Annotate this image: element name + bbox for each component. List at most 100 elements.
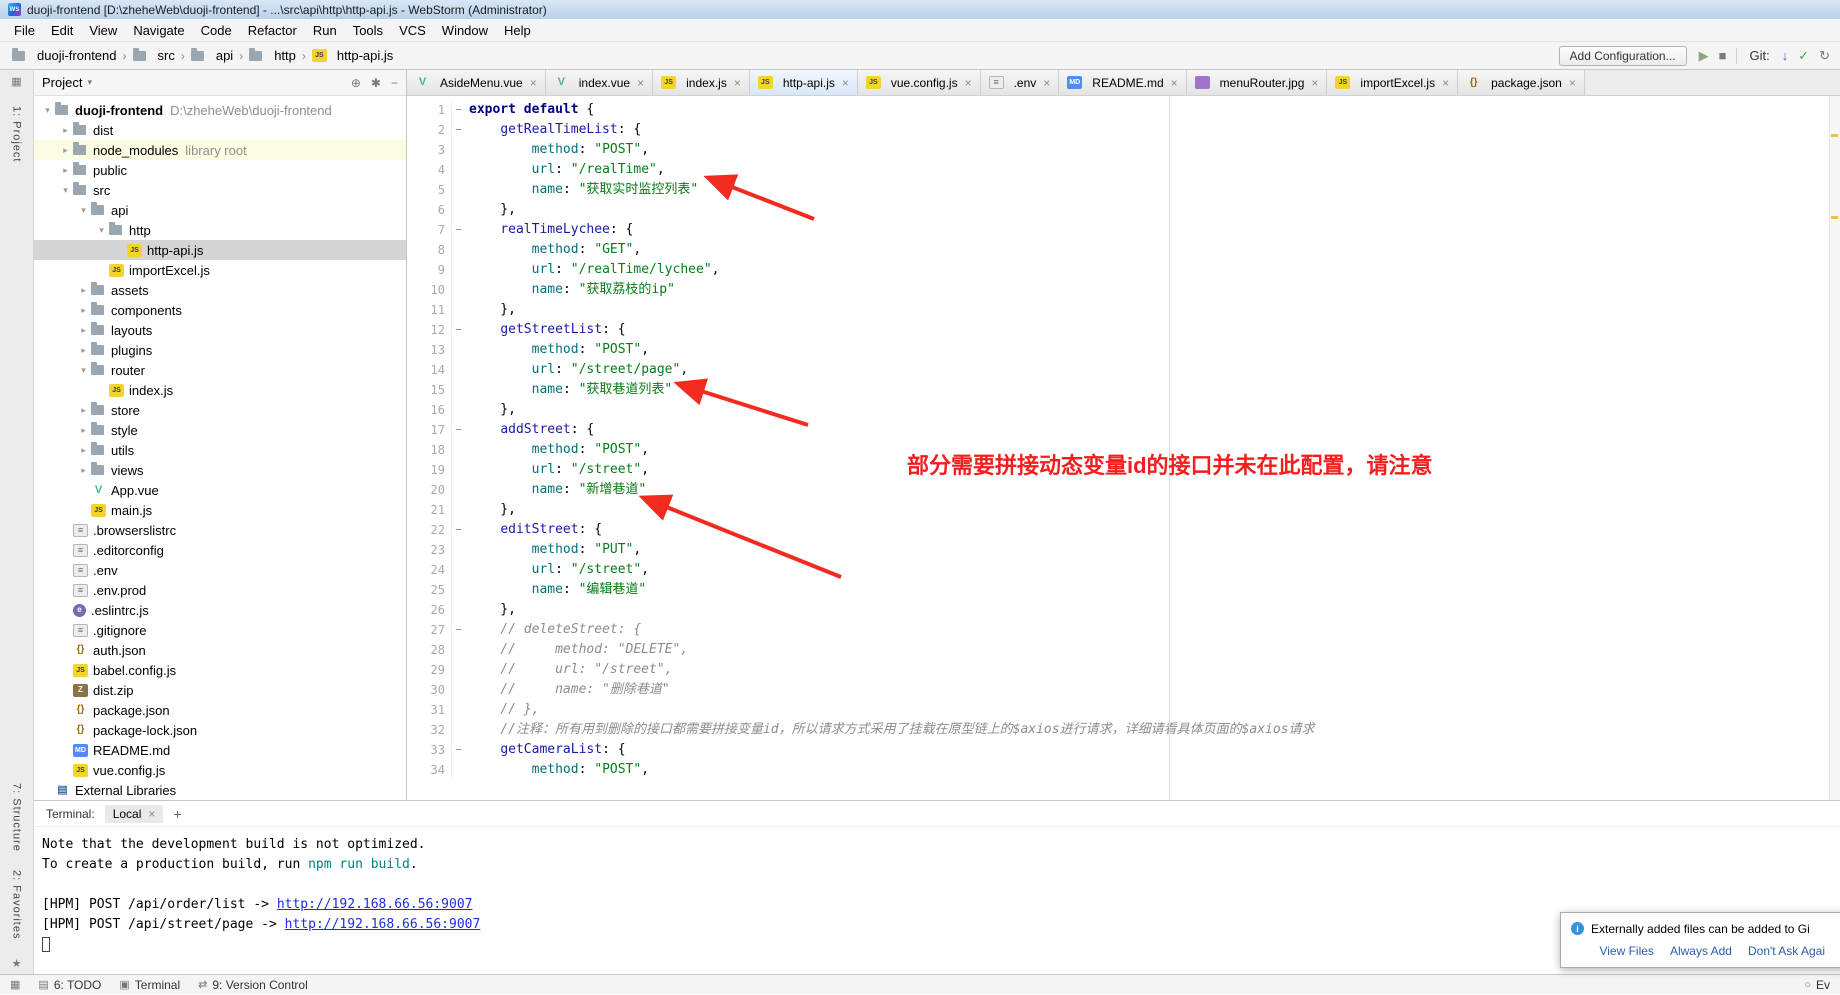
tool-button-2-favorites[interactable]: 2: Favorites: [11, 870, 23, 939]
notification-link-view-files[interactable]: View Files: [1599, 944, 1653, 958]
tree-item-components[interactable]: ▸components: [34, 300, 406, 320]
menu-item-window[interactable]: Window: [434, 21, 496, 40]
close-icon[interactable]: ×: [1569, 76, 1576, 90]
close-icon[interactable]: ×: [1311, 76, 1318, 90]
menu-item-help[interactable]: Help: [496, 21, 539, 40]
breadcrumb-item-http[interactable]: http: [247, 48, 298, 63]
fold-minus-icon[interactable]: −: [451, 740, 465, 760]
terminal-link[interactable]: http://192.168.66.56:9007: [285, 917, 481, 932]
tree-item-main-js[interactable]: JSmain.js: [34, 500, 406, 520]
tree-item-external-libraries[interactable]: ▤External Libraries: [34, 780, 406, 800]
tree-item-utils[interactable]: ▸utils: [34, 440, 406, 460]
chevron-closed-icon[interactable]: ▸: [76, 445, 91, 456]
tab-package-json[interactable]: {}package.json×: [1458, 70, 1585, 95]
run-icon[interactable]: ▶: [1699, 48, 1709, 64]
fold-minus-icon[interactable]: −: [451, 220, 465, 240]
tool-button-7-structure[interactable]: 7: Structure: [11, 783, 23, 852]
tree-item-views[interactable]: ▸views: [34, 460, 406, 480]
tab-index-vue[interactable]: Vindex.vue×: [546, 70, 653, 95]
chevron-closed-icon[interactable]: ▸: [76, 465, 91, 476]
breadcrumb-item-src[interactable]: src: [131, 48, 177, 63]
chevron-closed-icon[interactable]: ▸: [76, 425, 91, 436]
close-icon[interactable]: ×: [1442, 76, 1449, 90]
tree-item-readme-md[interactable]: MDREADME.md: [34, 740, 406, 760]
close-icon[interactable]: ×: [734, 76, 741, 90]
chevron-closed-icon[interactable]: ▸: [76, 325, 91, 336]
status-item-terminal[interactable]: ▣Terminal: [119, 978, 180, 992]
tool-button-1-project[interactable]: 1: Project: [11, 106, 23, 162]
menu-item-file[interactable]: File: [6, 21, 43, 40]
tree-item-env-prod[interactable]: ≡.env.prod: [34, 580, 406, 600]
menu-item-code[interactable]: Code: [193, 21, 240, 40]
tree-item-src[interactable]: ▾src: [34, 180, 406, 200]
chevron-open-icon[interactable]: ▾: [58, 185, 73, 196]
chevron-open-icon[interactable]: ▾: [94, 225, 109, 236]
tree-item-dist-zip[interactable]: Zdist.zip: [34, 680, 406, 700]
collapse-all-icon[interactable]: ⊕: [351, 76, 361, 90]
menu-item-view[interactable]: View: [81, 21, 125, 40]
breadcrumb-item-duoji-frontend[interactable]: duoji-frontend: [10, 48, 119, 63]
tab-env[interactable]: ≡.env×: [981, 70, 1060, 95]
menu-item-edit[interactable]: Edit: [43, 21, 81, 40]
tree-item-package-lock-json[interactable]: {}package-lock.json: [34, 720, 406, 740]
terminal-tab-local[interactable]: Local ×: [105, 805, 164, 823]
tab-importexcel-js[interactable]: JSimportExcel.js×: [1327, 70, 1458, 95]
tree-item-layouts[interactable]: ▸layouts: [34, 320, 406, 340]
tree-item-dist[interactable]: ▸dist: [34, 120, 406, 140]
breadcrumb-item-http-api-js[interactable]: JShttp-api.js: [310, 48, 395, 63]
chevron-open-icon[interactable]: ▾: [40, 105, 55, 116]
menu-item-tools[interactable]: Tools: [345, 21, 391, 40]
notification-link-always-add[interactable]: Always Add: [1670, 944, 1732, 958]
fold-minus-icon[interactable]: −: [451, 420, 465, 440]
hamburger-menu-icon[interactable]: ▦: [10, 978, 20, 991]
tab-asidemenu-vue[interactable]: VAsideMenu.vue×: [407, 70, 546, 95]
git-update-icon[interactable]: ↓: [1782, 48, 1789, 63]
chevron-open-icon[interactable]: ▾: [76, 365, 91, 376]
tree-item-vue-config-js[interactable]: JSvue.config.js: [34, 760, 406, 780]
new-terminal-session-icon[interactable]: +: [173, 806, 181, 822]
tree-item-assets[interactable]: ▸assets: [34, 280, 406, 300]
tree-item-http[interactable]: ▾http: [34, 220, 406, 240]
chevron-closed-icon[interactable]: ▸: [58, 125, 73, 136]
menu-item-refactor[interactable]: Refactor: [240, 21, 305, 40]
tree-item-node-modules[interactable]: ▸node_moduleslibrary root: [34, 140, 406, 160]
tree-item-duoji-frontend[interactable]: ▾duoji-frontendD:\zheheWeb\duoji-fronten…: [34, 100, 406, 120]
editor-scrollbar[interactable]: [1829, 96, 1840, 800]
fold-minus-icon[interactable]: −: [451, 100, 465, 120]
tree-item-editorconfig[interactable]: ≡.editorconfig: [34, 540, 406, 560]
tree-item-http-api-js[interactable]: JShttp-api.js: [34, 240, 406, 260]
tree-item-babel-config-js[interactable]: JSbabel.config.js: [34, 660, 406, 680]
tree-item-app-vue[interactable]: VApp.vue: [34, 480, 406, 500]
tab-index-js[interactable]: JSindex.js×: [653, 70, 750, 95]
close-icon[interactable]: ×: [965, 76, 972, 90]
menu-item-vcs[interactable]: VCS: [391, 21, 434, 40]
event-log-label[interactable]: Ev: [1816, 978, 1830, 992]
status-item-9-version-control[interactable]: ⇄9: Version Control: [198, 978, 308, 992]
close-icon[interactable]: ×: [842, 76, 849, 90]
tree-item-package-json[interactable]: {}package.json: [34, 700, 406, 720]
fold-minus-icon[interactable]: −: [451, 620, 465, 640]
chevron-closed-icon[interactable]: ▸: [76, 285, 91, 296]
tree-item-store[interactable]: ▸store: [34, 400, 406, 420]
tree-item-api[interactable]: ▾api: [34, 200, 406, 220]
fold-minus-icon[interactable]: −: [451, 520, 465, 540]
close-icon[interactable]: ×: [1043, 76, 1050, 90]
chevron-down-icon[interactable]: ▾: [87, 77, 92, 88]
tree-item-browserslistrc[interactable]: ≡.browserslistrc: [34, 520, 406, 540]
close-icon[interactable]: ×: [637, 76, 644, 90]
fold-minus-icon[interactable]: −: [451, 120, 465, 140]
settings-gear-icon[interactable]: ✱: [371, 76, 381, 90]
menu-item-navigate[interactable]: Navigate: [125, 21, 192, 40]
menu-item-run[interactable]: Run: [305, 21, 345, 40]
tree-item-gitignore[interactable]: ≡.gitignore: [34, 620, 406, 640]
close-icon[interactable]: ×: [148, 807, 155, 821]
tree-item-auth-json[interactable]: {}auth.json: [34, 640, 406, 660]
stripe-warning-mark[interactable]: [1831, 134, 1838, 137]
tree-item-public[interactable]: ▸public: [34, 160, 406, 180]
chevron-closed-icon[interactable]: ▸: [76, 305, 91, 316]
tab-vue-config-js[interactable]: JSvue.config.js×: [858, 70, 981, 95]
stripe-warning-mark[interactable]: [1831, 216, 1838, 219]
breadcrumb-item-api[interactable]: api: [189, 48, 235, 63]
close-icon[interactable]: ×: [1171, 76, 1178, 90]
chevron-closed-icon[interactable]: ▸: [76, 405, 91, 416]
